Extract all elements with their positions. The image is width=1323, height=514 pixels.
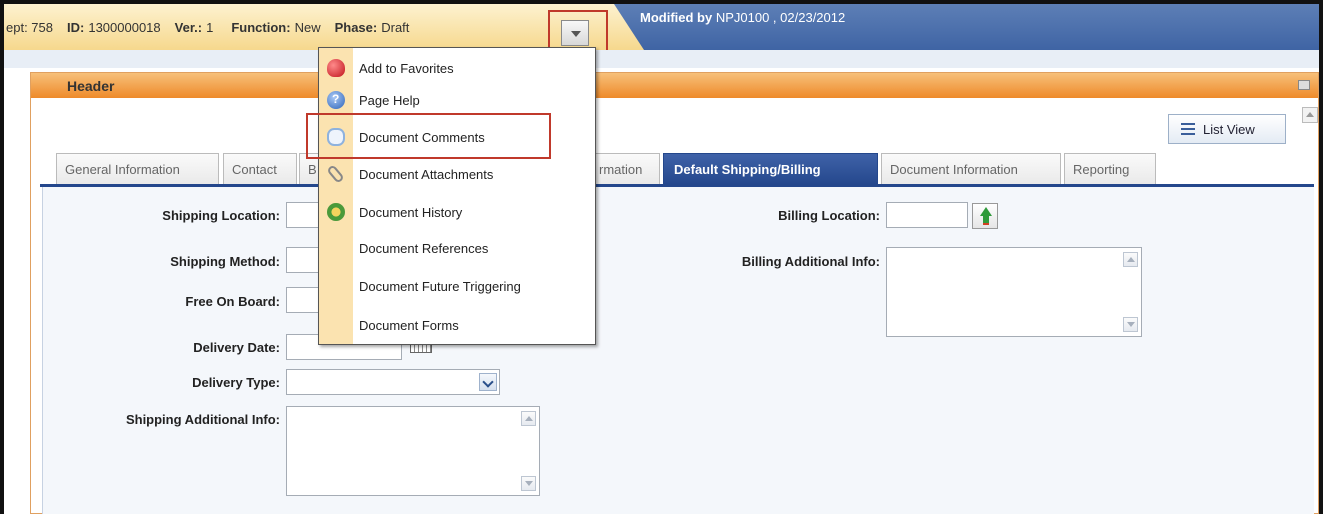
ver-label: Ver.:: [174, 19, 203, 35]
tab-contact[interactable]: Contact: [223, 153, 297, 185]
shipping-additional-info-label: Shipping Additional Info:: [125, 412, 280, 427]
menu-item-document-forms[interactable]: Document Forms: [319, 309, 595, 341]
tab-general-information[interactable]: General Information: [56, 153, 219, 185]
modified-value: NPJ0100 , 02/23/2012: [715, 10, 846, 25]
delivery-date-label: Delivery Date:: [193, 340, 280, 355]
paperclip-icon: [326, 164, 345, 184]
scroll-down-icon[interactable]: [521, 476, 536, 491]
menu-item-label: Add to Favorites: [359, 60, 454, 76]
dept-text: ept: 758: [6, 19, 53, 35]
scroll-up-icon[interactable]: [1123, 252, 1138, 267]
ver-value: 1: [206, 19, 214, 35]
history-icon: [327, 203, 345, 221]
menu-item-document-references[interactable]: Document References: [319, 232, 595, 264]
list-view-button[interactable]: List View: [1168, 114, 1286, 144]
panel-title: Header: [67, 78, 115, 94]
tab-label: B: [308, 162, 317, 177]
delivery-type-label: Delivery Type:: [192, 375, 280, 390]
menu-item-document-attachments[interactable]: Document Attachments: [319, 158, 595, 190]
billing-additional-info-textarea[interactable]: [886, 247, 1142, 337]
tab-document-information[interactable]: Document Information: [881, 153, 1061, 185]
id-label: ID:: [67, 19, 85, 35]
phase-value: Draft: [381, 19, 410, 35]
menu-item-label: Document Future Triggering: [359, 278, 521, 294]
shipping-location-label: Shipping Location:: [162, 208, 280, 223]
scroll-up-icon[interactable]: [1302, 107, 1318, 123]
menu-item-label: Document References: [359, 240, 489, 256]
menu-item-page-help[interactable]: Page Help: [319, 84, 595, 116]
free-on-board-label: Free On Board:: [185, 294, 280, 309]
help-icon: [327, 91, 345, 109]
highlight-document-comments: [306, 113, 551, 159]
function-value: New: [294, 19, 321, 35]
menu-item-label: Page Help: [359, 92, 420, 108]
tab-label: rmation: [599, 162, 643, 177]
actions-dropdown-menu: Add to Favorites Page Help Document Comm…: [318, 47, 596, 345]
menu-item-label: Document Attachments: [359, 166, 494, 182]
scroll-down-icon[interactable]: [1123, 317, 1138, 332]
modified-info: Modified by NPJ0100 , 02/23/2012: [640, 10, 845, 25]
tab-label: Contact: [232, 162, 277, 177]
menu-item-add-to-favorites[interactable]: Add to Favorites: [319, 52, 595, 84]
tab-label: Reporting: [1073, 162, 1130, 177]
tab-label: General Information: [65, 162, 180, 177]
lookup-arrow-icon[interactable]: [972, 203, 998, 229]
billing-location-label: Billing Location:: [778, 208, 880, 223]
billing-additional-info-label: Billing Additional Info:: [741, 254, 880, 269]
id-value: 1300000018: [88, 19, 161, 35]
tab-information-partial[interactable]: rmation: [590, 153, 660, 185]
tab-reporting[interactable]: Reporting: [1064, 153, 1156, 185]
tab-default-shipping-billing[interactable]: Default Shipping/Billing: [663, 153, 878, 185]
tab-label: Default Shipping/Billing: [674, 162, 821, 177]
collapse-icon[interactable]: [1298, 80, 1310, 90]
list-icon: [1181, 123, 1195, 135]
shipping-method-label: Shipping Method:: [170, 254, 280, 269]
list-view-label: List View: [1203, 121, 1255, 137]
menu-item-label: Document History: [359, 204, 463, 220]
menu-item-label: Document Forms: [359, 317, 459, 333]
document-info: ept: 758 ID: 1300000018 Ver.: 1 Function…: [4, 4, 626, 50]
scroll-up-icon[interactable]: [521, 411, 536, 426]
tab-label: Document Information: [890, 162, 1018, 177]
panel-title-bar: Header: [31, 73, 1318, 98]
heart-icon: [327, 59, 345, 77]
delivery-type-select[interactable]: [286, 369, 500, 395]
billing-location-input[interactable]: [886, 202, 968, 228]
chevron-down-icon[interactable]: [479, 373, 497, 391]
shipping-additional-info-textarea[interactable]: [286, 406, 540, 496]
function-label: Function:: [231, 19, 291, 35]
phase-label: Phase:: [334, 19, 378, 35]
toolbar-band: [4, 50, 1319, 68]
menu-item-document-future-triggering[interactable]: Document Future Triggering: [319, 270, 595, 302]
modified-label: Modified by: [640, 10, 713, 25]
menu-item-document-history[interactable]: Document History: [319, 196, 595, 228]
